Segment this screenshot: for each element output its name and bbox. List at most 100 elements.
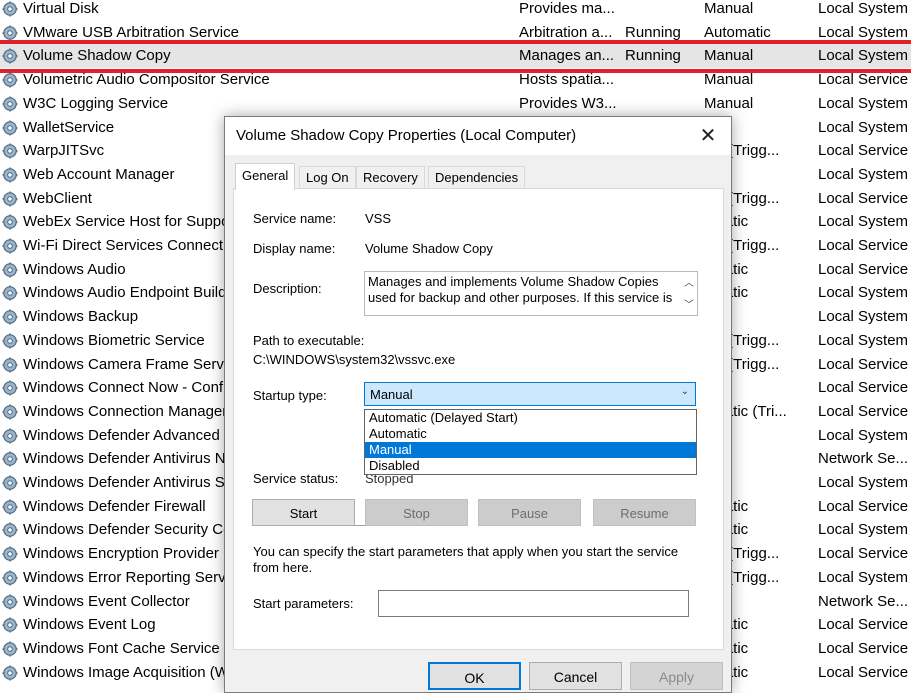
service-name-cell: Windows Font Cache Service (23, 639, 220, 657)
chevron-up-icon[interactable]: ︿ (684, 274, 694, 289)
service-description-cell: Provides W3... (519, 94, 617, 112)
cancel-button[interactable]: Cancel (529, 662, 622, 690)
stop-button[interactable]: Stop (365, 499, 468, 526)
service-row[interactable]: Volume Shadow Copy Manages an... Running Ma… (0, 44, 911, 69)
service-logon-cell: Local Service (818, 402, 909, 420)
service-name-cell: WebEx Service Host for Support (23, 213, 239, 231)
service-name-cell: WalletService (23, 118, 115, 136)
service-name-cell: Windows Backup (23, 308, 139, 326)
service-name-label: Service name: (253, 211, 337, 226)
option-automatic[interactable]: Automatic (365, 426, 696, 442)
option-automatic-delayed[interactable]: Automatic (Delayed Start) (365, 410, 696, 426)
path-value: C:\WINDOWS\system32\vssvc.exe (253, 352, 456, 367)
service-name-cell: Wi-Fi Direct Services Connection (23, 237, 244, 254)
gear-icon (2, 238, 18, 254)
gear-icon (2, 404, 18, 420)
gear-icon (2, 191, 18, 207)
service-logon-cell: Local System (818, 0, 909, 17)
gear-icon (2, 285, 18, 301)
resume-button[interactable]: Resume (593, 499, 696, 526)
pause-button[interactable]: Pause (478, 499, 581, 526)
description-box[interactable]: Manages and implements Volume Shadow Cop… (364, 271, 698, 316)
service-logon-cell: Local System (818, 521, 909, 539)
service-name-cell: Windows Encryption Provider H (23, 545, 234, 563)
service-startup-cell: Manual (704, 94, 754, 112)
startup-type-value: Manual (370, 387, 413, 402)
service-name-cell: Windows Error Reporting Servic (23, 568, 237, 586)
service-name-cell: Windows Defender Firewall (23, 497, 206, 515)
gear-icon (2, 333, 18, 349)
highlight-line-top (0, 40, 911, 44)
service-logon-cell: Local Service (818, 189, 909, 207)
properties-dialog: Volume Shadow Copy Properties (Local Com… (224, 116, 732, 693)
gear-icon (2, 309, 18, 325)
close-icon[interactable]: ✕ (691, 121, 725, 151)
gear-icon (2, 594, 18, 610)
service-row[interactable]: Virtual Disk Provides ma... Manual Local Sy… (0, 0, 911, 21)
apply-button[interactable]: Apply (630, 662, 723, 690)
service-name-cell: Windows Defender Security Cer (23, 521, 237, 539)
description-scrollbar[interactable]: ︿ ﹀ (680, 272, 697, 315)
gear-icon (2, 380, 18, 396)
service-logon-cell: Network Se... (818, 450, 909, 468)
service-logon-cell: Local System (818, 165, 909, 183)
display-name-label: Display name: (253, 241, 336, 256)
service-logon-cell: Local System (818, 118, 909, 136)
gear-icon (2, 25, 18, 41)
gear-icon (2, 451, 18, 467)
service-name-cell: W3C Logging Service (23, 94, 169, 112)
gear-icon (2, 120, 18, 136)
service-logon-cell: Local System (818, 308, 909, 326)
option-disabled[interactable]: Disabled (365, 458, 696, 474)
gear-icon (2, 167, 18, 183)
gear-icon (2, 617, 18, 633)
service-name-cell: Windows Audio Endpoint Build (23, 284, 227, 302)
gear-icon (2, 665, 18, 681)
gear-icon (2, 641, 18, 657)
description-label: Description: (253, 281, 322, 296)
option-manual[interactable]: Manual (365, 442, 696, 458)
dialog-title: Volume Shadow Copy Properties (Local Com… (236, 127, 577, 144)
service-logon-cell: Local Service (818, 379, 909, 397)
display-name-value: Volume Shadow Copy (365, 241, 493, 256)
tab-general[interactable]: General (235, 163, 296, 190)
service-logon-cell: Local System (818, 47, 909, 65)
gear-icon (2, 499, 18, 515)
dialog-titlebar: Volume Shadow Copy Properties (Local Com… (225, 117, 731, 155)
highlight-line-bottom (0, 69, 911, 73)
start-button[interactable]: Start (252, 499, 355, 526)
service-logon-cell: Network Se... (818, 592, 909, 610)
gear-icon (2, 546, 18, 562)
service-logon-cell: Local Service (818, 616, 909, 634)
service-startup-cell: Manual (704, 47, 754, 65)
chevron-down-icon[interactable]: ﹀ (684, 296, 694, 311)
service-startup-cell: Manual (704, 0, 754, 17)
gear-icon (2, 475, 18, 491)
tab-log-on[interactable]: Log On (299, 166, 356, 189)
service-logon-cell: Local Service (818, 639, 909, 657)
startup-type-select[interactable]: Manual ⌄ (364, 382, 696, 406)
service-logon-cell: Local Service (818, 355, 909, 373)
tab-recovery[interactable]: Recovery (356, 166, 425, 189)
tab-dependencies[interactable]: Dependencies (428, 166, 526, 189)
gear-icon (2, 48, 18, 64)
service-name-cell: Windows Defender Antivirus Se (23, 474, 234, 491)
gear-icon (2, 357, 18, 373)
service-name-cell: Windows Camera Frame Server (23, 355, 238, 373)
service-description-cell: Provides ma... (519, 0, 615, 17)
service-name-cell: Windows Event Log (23, 616, 156, 634)
path-label: Path to executable: (253, 333, 365, 348)
service-name-cell: Windows Defender Antivirus N (23, 450, 226, 468)
service-name-cell: Windows Image Acquisition (W (23, 663, 229, 681)
start-params-input[interactable] (378, 590, 689, 617)
service-name-cell: Windows Connect Now - Config (23, 379, 235, 397)
service-row[interactable]: W3C Logging Service Provides W3... Manual L… (0, 92, 911, 116)
description-text: Manages and implements Volume Shadow Cop… (368, 274, 673, 305)
start-params-note: You can specify the start parameters tha… (253, 544, 679, 575)
service-name-cell: WarpJITSvc (23, 142, 105, 160)
service-logon-cell: Local System (818, 331, 909, 349)
service-name-cell: Virtual Disk (23, 0, 99, 17)
service-logon-cell: Local System (818, 284, 909, 302)
ok-button[interactable]: OK (428, 662, 521, 690)
service-description-cell: Manages an... (519, 47, 615, 65)
